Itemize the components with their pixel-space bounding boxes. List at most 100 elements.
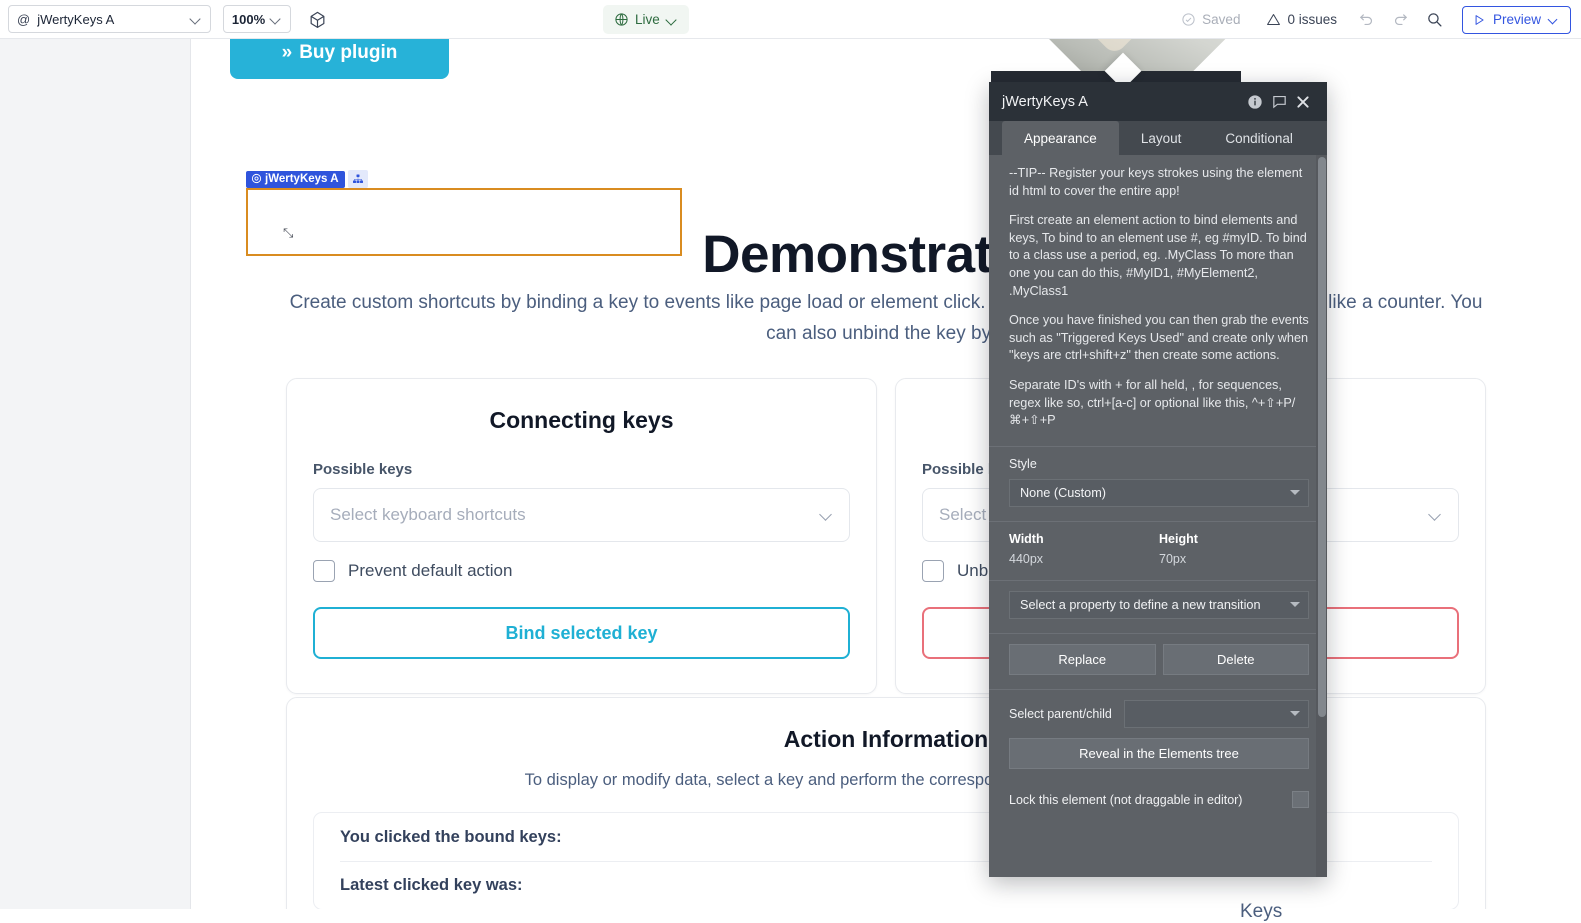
panel-body: --TIP-- Register your keys strokes using…	[989, 155, 1327, 877]
buy-plugin-label: Buy plugin	[299, 41, 398, 63]
style-section: Style None (Custom)	[989, 445, 1327, 521]
live-status-button[interactable]: Live	[603, 5, 689, 34]
undo-icon	[1360, 14, 1373, 26]
saved-status: Saved	[1168, 0, 1253, 39]
field-label: Possible keys	[313, 461, 413, 478]
preview-button[interactable]: Preview	[1461, 5, 1571, 34]
lock-element-label: Lock this element (not draggable in edit…	[1009, 792, 1243, 807]
panel-scrollbar-track[interactable]	[1316, 155, 1327, 877]
style-value: None (Custom)	[1020, 485, 1107, 500]
prevent-default-checkbox[interactable]	[313, 560, 335, 582]
info-icon[interactable]	[1243, 90, 1267, 114]
tip-paragraph: First create an element action to bind e…	[1009, 213, 1307, 298]
cube-icon[interactable]	[305, 7, 329, 31]
selection-badge-label: jWertyKeys A	[265, 172, 339, 185]
transition-dropdown[interactable]: Select a property to define a new transi…	[1009, 590, 1309, 619]
transition-section: Select a property to define a new transi…	[989, 579, 1327, 633]
style-dropdown[interactable]: None (Custom)	[1009, 478, 1309, 507]
width-field[interactable]: Width 440px	[1009, 532, 1159, 566]
style-label: Style	[1009, 456, 1037, 471]
panel-scrollbar-thumb[interactable]	[1318, 157, 1326, 717]
redo-icon	[1395, 14, 1408, 26]
possible-keys-select[interactable]: Select keyboard shortcuts	[313, 488, 850, 542]
play-icon	[1475, 14, 1484, 25]
reveal-in-elements-tree-button[interactable]: Reveal in the Elements tree	[1009, 737, 1309, 769]
bind-selected-key-button[interactable]: Bind selected key	[313, 607, 850, 659]
parent-child-section: Select parent/child Reveal in the Elemen…	[989, 688, 1327, 783]
element-selector[interactable]: @ jWertyKeys A	[8, 5, 211, 33]
double-chevron-right-icon: »	[281, 41, 293, 63]
chevron-down-icon	[1548, 14, 1560, 26]
undo-button[interactable]	[1350, 3, 1384, 37]
top-toolbar: @ jWertyKeys A 100% Live Saved 0 issues …	[0, 0, 1581, 39]
width-label: Width	[1009, 531, 1044, 546]
resize-cursor-icon: ⤡	[283, 225, 293, 240]
tab-appearance[interactable]: Appearance	[1002, 121, 1119, 155]
chevron-down-icon	[666, 14, 678, 26]
possible-keys-placeholder: Select keyboard shortcuts	[330, 505, 526, 524]
at-icon: @	[17, 11, 31, 27]
parent-child-dropdown[interactable]	[1123, 699, 1309, 728]
close-icon[interactable]	[1291, 90, 1315, 114]
panel-tabs: Appearance Layout Conditional	[989, 121, 1327, 155]
selection-badge[interactable]: jWertyKeys A	[246, 170, 368, 188]
chevron-down-icon	[190, 13, 202, 25]
redo-button[interactable]	[1384, 3, 1418, 37]
live-label: Live	[635, 12, 660, 27]
search-icon	[1428, 13, 1442, 27]
height-label: Height	[1159, 531, 1198, 546]
globe-icon	[615, 13, 628, 26]
buy-plugin-button[interactable]: » Buy plugin	[230, 39, 449, 79]
card-title: Connecting keys	[489, 407, 674, 433]
tip-paragraph: Once you have finished you can then grab…	[1009, 313, 1309, 363]
tip-paragraph: --TIP-- Register your keys strokes using…	[1009, 166, 1303, 198]
triangle-down-icon	[1290, 711, 1300, 717]
panel-title: jWertyKeys A	[1002, 93, 1088, 110]
height-value: 70px	[1159, 551, 1187, 566]
tab-layout[interactable]: Layout	[1119, 121, 1204, 155]
at-icon	[251, 173, 262, 184]
delete-button[interactable]: Delete	[1162, 643, 1309, 675]
unbind-all-keys-checkbox[interactable]	[922, 560, 944, 582]
tab-conditional[interactable]: Conditional	[1203, 121, 1315, 155]
prevent-default-label: Prevent default action	[348, 561, 513, 580]
element-selector-label: jWertyKeys A	[37, 11, 115, 27]
chevron-down-icon	[821, 509, 833, 521]
issues-button[interactable]: 0 issues	[1253, 0, 1350, 39]
saved-label: Saved	[1202, 12, 1241, 27]
preview-label: Preview	[1492, 12, 1541, 27]
selected-element-box[interactable]	[246, 188, 682, 256]
prevent-default-row[interactable]: Prevent default action	[313, 560, 850, 582]
tip-section: --TIP-- Register your keys strokes using…	[989, 155, 1327, 446]
triangle-down-icon	[1290, 490, 1300, 496]
transition-placeholder: Select a property to define a new transi…	[1020, 597, 1261, 612]
search-button[interactable]	[1418, 3, 1452, 37]
zoom-value: 100%	[231, 11, 266, 27]
element-tree-icon[interactable]	[347, 170, 368, 188]
connecting-keys-card: Connecting keys Possible keys Select key…	[286, 378, 877, 694]
row-label: You clicked the bound keys:	[340, 827, 562, 846]
keys-tail-text: Keys	[1240, 901, 1283, 922]
selection-badge-tag: jWertyKeys A	[246, 170, 345, 188]
page-preview: » Buy plugin jWertyKeys A ⤡ Demonstratio…	[191, 39, 1581, 909]
check-circle-icon	[1182, 13, 1195, 26]
tip-paragraph: Separate ID's with + for all held, , for…	[1009, 377, 1296, 428]
triangle-down-icon	[1290, 602, 1300, 608]
chevron-down-icon	[1430, 509, 1442, 521]
parent-child-label: Select parent/child	[1009, 706, 1112, 721]
lock-element-checkbox[interactable]	[1292, 791, 1309, 809]
comment-icon[interactable]	[1267, 90, 1291, 114]
width-value: 440px	[1009, 551, 1044, 566]
zoom-selector[interactable]: 100%	[223, 5, 291, 33]
warning-triangle-icon	[1267, 14, 1281, 25]
lock-element-row[interactable]: Lock this element (not draggable in edit…	[989, 783, 1327, 817]
height-field[interactable]: Height 70px	[1159, 532, 1309, 566]
chevron-down-icon	[270, 13, 282, 25]
replace-delete-section: Replace Delete	[989, 632, 1327, 689]
properties-panel: jWertyKeys A Appearance Layout Condition…	[989, 82, 1327, 877]
issues-label: 0 issues	[1287, 12, 1337, 27]
toolbar-right-group: Saved 0 issues Preview	[1168, 0, 1571, 39]
editor-canvas: » Buy plugin jWertyKeys A ⤡ Demonstratio…	[0, 39, 1581, 922]
replace-button[interactable]: Replace	[1009, 643, 1156, 675]
row-label: Latest clicked key was:	[340, 876, 523, 894]
